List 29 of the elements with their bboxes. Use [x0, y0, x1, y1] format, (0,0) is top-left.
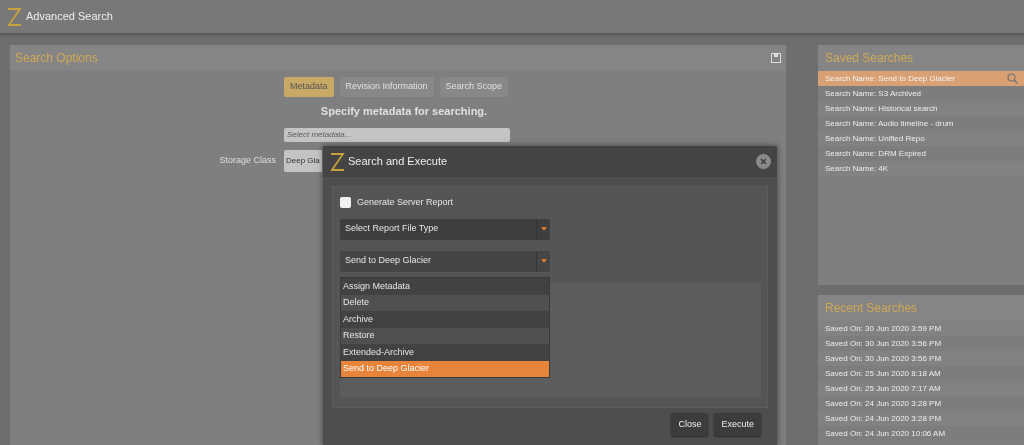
window-title: Advanced Search: [26, 9, 113, 25]
instruction-text: Specify metadata for searching.: [319, 104, 489, 119]
report-type-select[interactable]: Select Report File Type: [340, 218, 550, 240]
action-select[interactable]: Send to Deep Glacier: [340, 250, 550, 272]
tab[interactable]: Search Scope: [439, 77, 509, 97]
dialog-button[interactable]: Execute: [714, 413, 761, 436]
panel-title: Recent Searches: [825, 300, 918, 317]
checkbox-label: Generate Server Report: [357, 196, 454, 209]
tab[interactable]: Metadata: [284, 77, 334, 97]
close-icon[interactable]: [756, 154, 771, 169]
dialog-title: Search and Execute: [348, 154, 448, 170]
tab[interactable]: Revision Information: [339, 77, 434, 97]
dropdown-option[interactable]: Assign Metadata: [341, 278, 549, 295]
caret-icon: [540, 227, 547, 231]
dropdown-option[interactable]: Extended-Archive: [341, 344, 549, 361]
search-icon[interactable]: [1007, 73, 1018, 84]
report-checkbox[interactable]: [340, 197, 351, 209]
logo-icon: [329, 151, 345, 172]
metadata-field[interactable]: Select metadata...: [284, 127, 510, 142]
logo-icon: [6, 6, 22, 27]
caret-icon: [540, 259, 547, 263]
panel-title: Saved Searches: [825, 50, 914, 67]
panel-title: Search Options: [15, 49, 98, 67]
storage-class-field[interactable]: Deep Gla: [284, 149, 322, 172]
saved-search-item[interactable]: Search Name: Send to Deep Glacier: [818, 71, 1024, 86]
dropdown-option[interactable]: Archive: [341, 311, 549, 328]
save-icon[interactable]: [771, 52, 781, 63]
field-label: Storage Class: [219, 153, 276, 167]
dialog-button[interactable]: Close: [671, 413, 709, 436]
